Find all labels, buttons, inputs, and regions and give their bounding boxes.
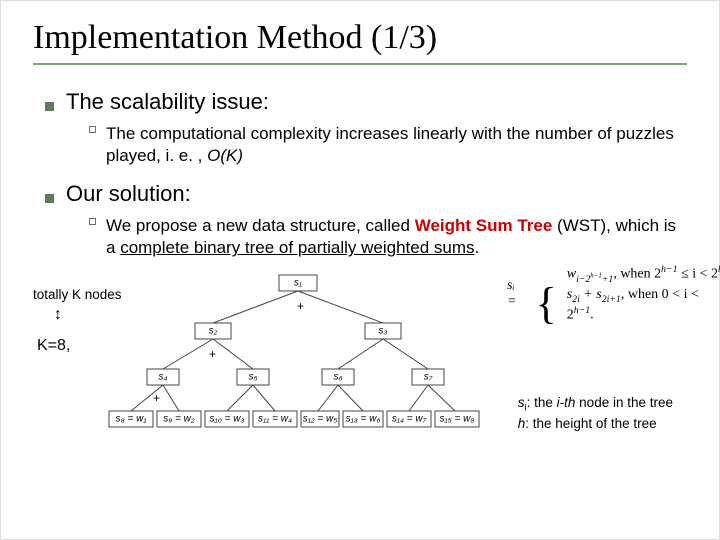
node-l5: s₁₂ = w₅ [303, 414, 338, 425]
top-bullet-2: Our solution: We propose a new data stru… [45, 181, 687, 259]
text-bold-red: Weight Sum Tree [415, 216, 553, 235]
cp: node in the tree [575, 395, 673, 410]
fp: 2i [572, 294, 580, 305]
fp: , when 2 [613, 267, 661, 282]
plus-icon: + [209, 347, 216, 361]
formula-lhs: sᵢ = [503, 263, 532, 324]
fp: i−2h−1+1 [576, 274, 613, 285]
sub-list-1: The computational complexity increases l… [45, 123, 687, 167]
fp: h−1 [574, 305, 590, 316]
vertical-arrows-icon: ↕ [53, 306, 63, 324]
caption-line-1: si: the i-th node in the tree [518, 394, 673, 415]
fp: w [567, 267, 576, 282]
fp: i−2 [576, 274, 590, 285]
node-l3: s₁₀ = w₃ [210, 414, 245, 425]
caption-line-2: h: the height of the tree [518, 415, 673, 433]
node-l6: s₁₃ = w₆ [346, 414, 381, 425]
top-bullet-1-text: The scalability issue: [66, 89, 269, 115]
sub-bullet-1-1-text: The computational complexity increases l… [106, 123, 687, 167]
node-s7: s₇ [424, 372, 433, 383]
left-brace-icon: { [536, 279, 559, 328]
page-title: Implementation Method (1/3) [33, 19, 687, 65]
fp: ≤ i < 2 [678, 267, 718, 282]
cp: : the [527, 395, 557, 410]
label: K=8, [37, 337, 70, 354]
figure-area: totally K nodes ↕ K=8, [33, 273, 687, 443]
fp: h−1 [590, 273, 602, 280]
node-l1: s₈ = w₁ [116, 414, 147, 425]
figure-caption: si: the i-th node in the tree h: the hei… [518, 394, 673, 434]
formula-row2: s2i + s2i+1, when 0 < i < 2h−1. [563, 286, 720, 324]
node-s2: s₂ [209, 326, 218, 337]
fp: +1 [602, 274, 614, 285]
node-s5: s₅ [248, 372, 257, 383]
cp: s [518, 395, 525, 410]
text-part: The computational complexity increases l… [106, 124, 674, 165]
top-bullet-2-text: Our solution: [66, 181, 191, 207]
tree-svg: s₁ s₂ s₃ s₄ s₅ s₆ s₇ s₈ = w₁ s₉ = w₂ [103, 269, 493, 429]
node-s6: s₆ [333, 372, 342, 383]
top-bullet-1: The scalability issue: The computational… [45, 89, 687, 167]
fp: + s [580, 287, 602, 302]
text-italic: O(K) [207, 146, 243, 165]
node-l8: s₁₅ = w₈ [440, 414, 475, 425]
square-bullet-icon [45, 194, 54, 203]
node-s4: s₄ [158, 372, 167, 383]
sub-bullet-2-1-text: We propose a new data structure, called … [106, 215, 687, 259]
sub-bullet-1-1: The computational complexity increases l… [89, 123, 687, 167]
hollow-square-bullet-icon [89, 218, 96, 225]
node-s3: s₃ [379, 326, 388, 337]
cp: : the height of the tree [525, 416, 656, 431]
node-s1: s₁ [294, 278, 302, 289]
formula: sᵢ = { wi−2h−1+1, when 2h−1 ≤ i < 2h; s2… [503, 263, 720, 324]
fp: h−1 [661, 264, 677, 275]
plus-icon: + [153, 391, 160, 405]
slide: Implementation Method (1/3) The scalabil… [0, 0, 720, 540]
hollow-square-bullet-icon [89, 126, 96, 133]
bullet-list: The scalability issue: The computational… [33, 89, 687, 259]
node-l7: s₁₄ = w₇ [392, 414, 427, 425]
sub-list-2: We propose a new data structure, called … [45, 215, 687, 259]
node-l4: s₁₁ = w₄ [258, 414, 292, 425]
text-part: . [475, 238, 480, 257]
text-underline: complete binary tree of partially weight… [120, 238, 474, 257]
square-bullet-icon [45, 102, 54, 111]
formula-row1: wi−2h−1+1, when 2h−1 ≤ i < 2h; [563, 263, 720, 285]
tree-diagram: s₁ s₂ s₃ s₄ s₅ s₆ s₇ s₈ = w₁ s₉ = w₂ [103, 269, 493, 429]
sub-bullet-2-1: We propose a new data structure, called … [89, 215, 687, 259]
fp: 2i+1 [602, 294, 621, 305]
node-l2: s₉ = w₂ [163, 414, 195, 425]
fp: . [590, 307, 594, 322]
cp: i-th [557, 395, 576, 410]
plus-icon: + [297, 299, 304, 313]
text-part: We propose a new data structure, called [106, 216, 415, 235]
annotation-k8: K=8, [37, 337, 70, 355]
